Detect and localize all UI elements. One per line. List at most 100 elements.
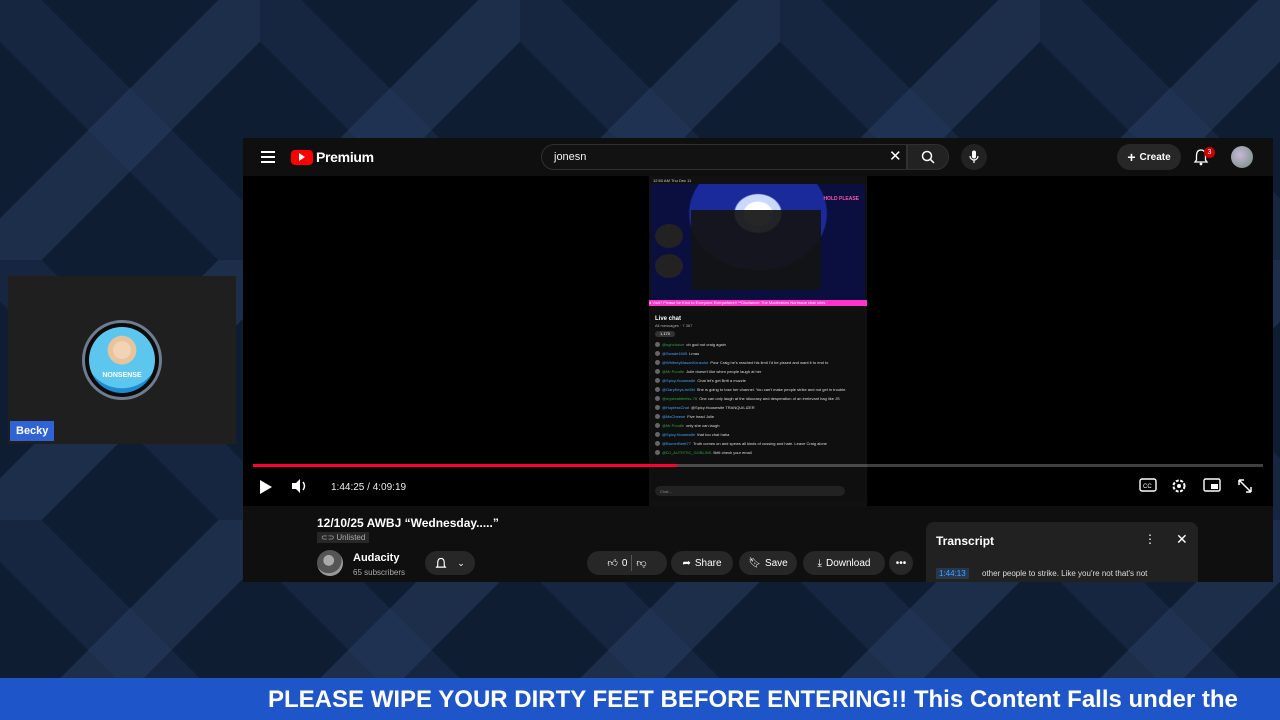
video-frame: 12:50 AM Thu Dec 11 HOLD PLEASE d Visit?… — [649, 176, 867, 506]
youtube-header: Premium jonesn ✕ + Create 3 — [243, 138, 1273, 176]
search-input[interactable]: jonesn — [541, 144, 907, 170]
notification-badge: 3 — [1204, 147, 1215, 158]
hold-please-sign: HOLD PLEASE — [823, 196, 859, 202]
share-button[interactable]: ➦ Share — [671, 551, 733, 575]
fullscreen-icon[interactable] — [1237, 478, 1253, 494]
progress-fill — [253, 464, 678, 467]
chat-text: oh god not craig again — [686, 342, 726, 347]
chat-message: @mysteakfeelsv-76 One can only laugh at t… — [651, 394, 865, 403]
player-controls: 1:44:25 / 4:09:19 CC — [243, 472, 1273, 502]
close-icon[interactable]: ✕ — [1176, 531, 1188, 548]
chat-message: @HoplessChat @Spicy.Housewife TRANQUILIZE… — [651, 403, 865, 412]
miniplayer-icon[interactable] — [1203, 478, 1221, 492]
chat-avatar — [655, 396, 660, 401]
chat-message: @GaryKeys-hn5bl She is going to lose her … — [651, 385, 865, 394]
volume-icon[interactable] — [291, 478, 309, 494]
chat-username: @Swade1605 — [662, 351, 688, 356]
unlisted-badge: ⊂⊃ Unlisted — [317, 532, 370, 543]
chat-avatar — [655, 369, 660, 374]
live-chat-count: 1,170 — [655, 331, 675, 337]
chat-message: @MsCheese Five head Julie — [651, 412, 865, 421]
svg-text:CC: CC — [1143, 484, 1152, 490]
download-button[interactable]: ⤓ Download — [803, 551, 885, 575]
video-inner-window — [691, 210, 821, 290]
play-icon[interactable] — [259, 479, 273, 495]
chat-username: @GaryKeys-hn5bl — [662, 387, 695, 392]
chat-message: @DJ_AUTISTIC_GOBLINS Britt check your ema… — [651, 448, 865, 457]
video-overlay-ticker: d Visit? Please be Kind to Everyone Ever… — [649, 300, 867, 306]
chat-text: Lmao — [689, 351, 700, 356]
settings-gear-icon[interactable] — [1171, 478, 1187, 494]
chat-avatar — [655, 351, 660, 356]
chat-username: @HoplessChat — [662, 405, 689, 410]
subscriber-count: 65 subscribers — [353, 568, 406, 577]
share-icon: ➦ — [682, 557, 691, 569]
thumbs-up-icon[interactable]: 👍︎ — [607, 557, 617, 569]
subscription-bell-button[interactable]: ⌄ — [425, 551, 475, 575]
chat-message: @BrunerBrett77 Truth comes on and spews a… — [651, 439, 865, 448]
video-cam-circle — [655, 254, 683, 278]
menu-icon[interactable] — [261, 151, 275, 163]
progress-bar[interactable] — [253, 464, 1263, 467]
close-icon[interactable]: ✕ — [889, 147, 902, 165]
chat-avatar — [655, 423, 660, 428]
chat-avatar — [655, 360, 660, 365]
video-player[interactable]: 12:50 AM Thu Dec 11 HOLD PLEASE d Visit?… — [243, 176, 1273, 506]
chat-text: that too chat haha — [697, 432, 730, 437]
user-avatar[interactable] — [1231, 146, 1253, 168]
transcript-timestamp[interactable]: 1:44:13 — [936, 568, 969, 579]
share-label: Share — [694, 557, 722, 569]
chat-text: Poor Craig he's reached his limit I'd be… — [710, 360, 829, 365]
captions-icon[interactable]: CC — [1139, 478, 1157, 492]
streamer-name-label: Becky — [10, 421, 55, 441]
save-button[interactable]: 🔖︎ Save — [739, 551, 797, 575]
chat-message: @Mr.Poodle Julie doesn't like when people… — [651, 367, 865, 376]
chat-text: @Spicy.Housewife TRANQUILIZER — [690, 405, 755, 410]
chat-username: @Spicy.Housewife — [662, 432, 696, 437]
chat-username: @DJ_AUTISTIC_GOBLINS — [662, 450, 712, 455]
chat-username: @ughchoice — [662, 342, 685, 347]
chat-avatar — [655, 387, 660, 392]
channel-avatar[interactable] — [317, 550, 343, 576]
ticker-text: PLEASE WIPE YOUR DIRTY FEET BEFORE ENTER… — [268, 686, 1238, 713]
more-horizontal-icon: ••• — [895, 557, 907, 569]
create-button[interactable]: + Create — [1117, 144, 1181, 170]
chat-text: Britt check your email — [713, 450, 752, 455]
chat-text: only she can laugh — [686, 423, 720, 428]
chat-username: @Spicy.Housewife — [662, 378, 696, 383]
video-cam-circle — [655, 224, 683, 248]
streamer-avatar: NONSENSE — [82, 320, 162, 400]
more-vertical-icon[interactable]: ⋮ — [1144, 532, 1156, 546]
chat-avatar — [655, 414, 660, 419]
youtube-logo[interactable]: Premium — [291, 149, 374, 165]
chat-text: Truth comes on and spews all kinds of cu… — [692, 441, 827, 446]
transcript-text[interactable]: other people to strike. Like you're not … — [982, 569, 1147, 578]
live-chat-subtitle: All messages · 7 367 — [655, 323, 693, 328]
video-stream-scene: HOLD PLEASE — [651, 184, 865, 302]
chat-avatar — [655, 450, 660, 455]
video-info-section: 12/10/25 AWBJ “Wednesday.....” ⊂⊃ Unlist… — [243, 506, 1273, 582]
chat-message: @WhitneyMasonKonsulor Poor Craig he's rea… — [651, 358, 865, 367]
like-dislike-button[interactable]: 👍︎ 0 👎︎ — [587, 551, 667, 575]
thumbs-down-icon[interactable]: 👎︎ — [636, 557, 646, 569]
more-actions-button[interactable]: ••• — [889, 551, 913, 575]
visibility-label: Unlisted — [336, 533, 366, 542]
channel-name[interactable]: Audacity — [353, 552, 399, 564]
scrolling-ticker: PLEASE WIPE YOUR DIRTY FEET BEFORE ENTER… — [0, 678, 1280, 720]
chat-text: Julie doesn't like when people laugh at … — [686, 369, 762, 374]
avatar-text: NONSENSE — [102, 372, 142, 379]
chat-avatar — [655, 342, 660, 347]
bookmark-icon: 🔖︎ — [748, 557, 761, 569]
chat-text: Chat let's get Britt a muzzle — [697, 378, 746, 383]
chat-message: @Spicy.Housewife Chat let's get Britt a m… — [651, 376, 865, 385]
chat-username: @WhitneyMasonKonsulor — [662, 360, 709, 365]
plus-icon: + — [1127, 149, 1136, 165]
divider — [631, 555, 633, 571]
download-icon: ⤓ — [817, 557, 822, 569]
video-status-bar: 12:50 AM Thu Dec 11 — [653, 178, 692, 183]
youtube-window: Premium jonesn ✕ + Create 3 12:50 AM Thu… — [243, 138, 1273, 582]
chat-avatar — [655, 432, 660, 437]
chat-username: @mysteakfeelsv-76 — [662, 396, 698, 401]
search-button[interactable] — [907, 144, 949, 170]
voice-search-button[interactable] — [961, 144, 987, 170]
